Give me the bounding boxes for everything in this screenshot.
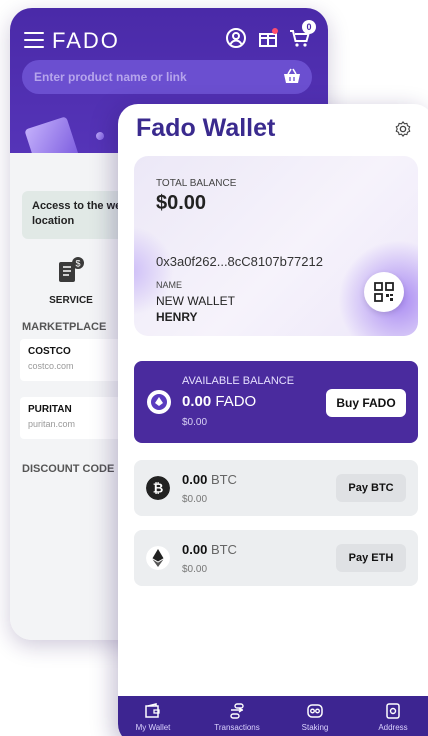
btc-balance-card: ₿ 0.00 BTC $0.00 Pay BTC xyxy=(134,460,418,516)
nav-address[interactable]: Address xyxy=(358,702,428,732)
marketplace-heading: MARKETPLACE xyxy=(22,321,107,333)
coin-currency: BTC xyxy=(210,472,237,487)
nav-my-wallet[interactable]: My Wallet xyxy=(118,702,188,732)
gear-icon[interactable] xyxy=(394,120,412,138)
search-placeholder: Enter product name or link xyxy=(34,70,187,84)
pay-btc-button[interactable]: Pay BTC xyxy=(336,474,406,502)
staking-icon xyxy=(307,704,323,718)
available-balance-value: 0.00 FADO xyxy=(182,393,256,410)
ethereum-icon xyxy=(146,546,170,570)
nav-label: Transactions xyxy=(214,723,260,732)
total-balance-value: $0.00 xyxy=(156,192,207,214)
buy-fado-button[interactable]: Buy FADO xyxy=(326,389,406,417)
cart-count-badge: 0 xyxy=(302,20,316,34)
brand-logo: FADO xyxy=(52,28,120,53)
total-balance-label: TOTAL BALANCE xyxy=(156,178,237,189)
service-icon: $ xyxy=(59,257,84,282)
qr-code-button[interactable] xyxy=(364,272,404,312)
coin-amount-value: 0.00 xyxy=(182,542,208,557)
menu-icon[interactable] xyxy=(24,32,44,48)
store-name: PURITAN xyxy=(28,404,72,415)
user-icon[interactable] xyxy=(224,26,248,50)
address-icon xyxy=(386,703,400,719)
name-label: NAME xyxy=(156,280,183,290)
page-title: Fado Wallet xyxy=(136,114,276,142)
qr-code-icon xyxy=(374,282,394,302)
nav-label: Staking xyxy=(301,723,329,732)
store-name: COSTCO xyxy=(28,346,71,357)
coin-currency: BTC xyxy=(210,542,237,557)
search-input[interactable]: Enter product name or link xyxy=(22,60,312,94)
available-currency: FADO xyxy=(215,393,257,410)
coin-usd: $0.00 xyxy=(182,494,208,505)
pay-eth-button[interactable]: Pay ETH xyxy=(336,544,406,572)
coin-amount: 0.00 BTC xyxy=(182,472,237,487)
wallet-icon xyxy=(145,703,160,718)
store-url: costco.com xyxy=(28,361,74,371)
service-button[interactable]: $ SERVICE xyxy=(48,256,94,306)
fado-coin-icon xyxy=(147,390,171,414)
wallet-screen: Fado Wallet TOTAL BALANCE $0.00 0x3a0f26… xyxy=(118,104,428,736)
nav-label: Address xyxy=(378,723,408,732)
service-label: SERVICE xyxy=(49,295,93,306)
wallet-address[interactable]: 0x3a0f262...8cC8107b77212 xyxy=(156,254,323,269)
nav-transactions[interactable]: Transactions xyxy=(202,702,272,732)
discount-code-heading: DISCOUNT CODE xyxy=(22,463,115,475)
user-name: HENRY xyxy=(156,310,198,324)
total-balance-card: TOTAL BALANCE $0.00 0x3a0f262...8cC8107b… xyxy=(134,156,418,336)
decorative-cube xyxy=(94,130,106,142)
gift-icon[interactable] xyxy=(256,26,280,50)
available-balance-usd: $0.00 xyxy=(182,417,208,428)
app-screenshot: FADO 0 Enter product name or link Access… xyxy=(0,0,428,736)
wallet-name: NEW WALLET xyxy=(156,294,235,308)
svg-text:₿: ₿ xyxy=(153,481,164,496)
transactions-icon xyxy=(230,703,244,719)
svg-text:$: $ xyxy=(75,259,80,269)
coin-amount: 0.00 BTC xyxy=(182,542,237,557)
available-amount: 0.00 xyxy=(182,393,212,410)
available-balance-card: AVAILABLE BALANCE 0.00 FADO $0.00 Buy FA… xyxy=(134,361,418,443)
coin-amount-value: 0.00 xyxy=(182,472,208,487)
nav-label: My Wallet xyxy=(135,723,171,732)
store-url: puritan.com xyxy=(28,419,76,429)
basket-icon[interactable] xyxy=(282,66,302,86)
bottom-nav: My Wallet Transactions Staking Address xyxy=(118,696,428,736)
available-balance-label: AVAILABLE BALANCE xyxy=(182,375,295,387)
eth-balance-card: 0.00 BTC $0.00 Pay ETH xyxy=(134,530,418,586)
nav-staking[interactable]: Staking xyxy=(280,702,350,732)
bitcoin-icon: ₿ xyxy=(146,476,170,500)
coin-usd: $0.00 xyxy=(182,564,208,575)
